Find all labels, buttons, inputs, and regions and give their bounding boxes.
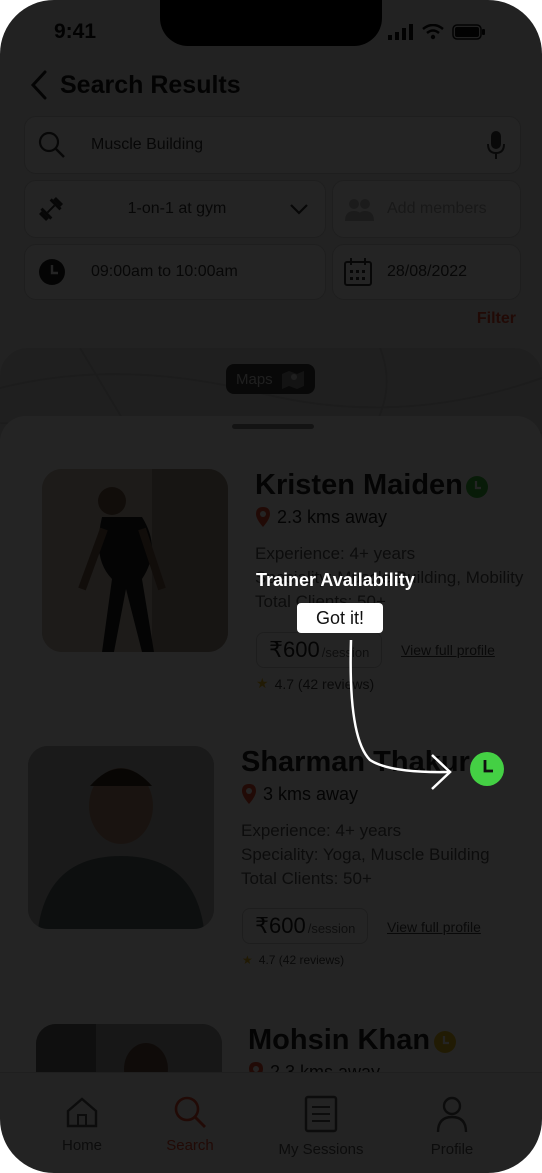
phone-screen: 9:41 Search Results Muscle Building 1-on… [0, 0, 542, 1173]
star-icon: ★ [256, 675, 269, 691]
calendar-icon [344, 258, 372, 286]
back-chevron-icon[interactable] [30, 70, 48, 100]
maps-label: Maps [236, 370, 273, 388]
clients-text: Total Clients: 50+ [241, 869, 372, 888]
tab-label: Profile [430, 1141, 474, 1158]
trainer-distance: 2.3 kms away [255, 506, 387, 528]
sessions-icon [304, 1095, 338, 1133]
tab-my-sessions[interactable]: My Sessions [266, 1095, 376, 1158]
date-value: 28/08/2022 [387, 263, 468, 280]
clock-icon [39, 259, 65, 285]
experience-text: Experience: 4+ years [241, 821, 402, 840]
time-range-value: 09:00am to 10:00am [91, 263, 238, 280]
trainer-avatar-image [28, 746, 214, 929]
trainer-rating: ★ 4.7 (42 reviews) [242, 953, 344, 967]
availability-clock-icon[interactable] [433, 1030, 457, 1054]
distance-text: 2.3 kms away [277, 506, 388, 527]
map-pin-icon [281, 371, 304, 389]
tab-label: Home [61, 1137, 102, 1154]
trainer-photo[interactable] [28, 746, 214, 929]
trainer-details: Experience: 4+ years Speciality: Yoga, M… [241, 819, 490, 891]
add-members-field[interactable]: Add members [332, 180, 521, 238]
add-members-placeholder: Add members [387, 200, 487, 217]
home-icon [66, 1097, 98, 1128]
status-icons [388, 24, 486, 40]
got-it-button[interactable]: Got it! [297, 603, 383, 633]
sheet-handle[interactable] [232, 424, 314, 429]
wifi-icon [422, 24, 444, 40]
star-icon: ★ [242, 953, 253, 967]
highlighted-availability-clock-icon[interactable] [469, 751, 505, 787]
bottom-tab-bar: Home Search My Sessions Profile [0, 1072, 542, 1173]
speciality-text: Speciality: Yoga, Muscle Building [241, 845, 490, 864]
pointer-arrow-icon [349, 639, 452, 790]
page-header: Search Results [30, 70, 241, 100]
price-tag: ₹600 /session [242, 908, 369, 944]
search-bar[interactable]: Muscle Building [24, 116, 521, 174]
date-field[interactable]: 28/08/2022 [332, 244, 521, 300]
price-amount: ₹600 [269, 637, 320, 662]
group-icon [345, 199, 374, 221]
signal-icon [388, 24, 413, 40]
trainer-avatar-image [42, 469, 228, 652]
microphone-icon[interactable] [486, 130, 506, 160]
tab-label: My Sessions [278, 1141, 364, 1158]
battery-icon [452, 24, 485, 40]
coachmark-title: Trainer Availability [256, 570, 415, 590]
session-type-select[interactable]: 1-on-1 at gym [24, 180, 326, 238]
chevron-down-icon [290, 204, 308, 215]
session-type-value: 1-on-1 at gym [127, 200, 227, 217]
experience-text: Experience: 4+ years [255, 544, 416, 563]
time-range-field[interactable]: 09:00am to 10:00am [24, 244, 326, 300]
location-pin-icon [256, 507, 270, 527]
availability-clock-icon[interactable] [465, 475, 489, 499]
dumbbell-icon [38, 196, 64, 222]
trainer-name[interactable]: Mohsin Khan [248, 1024, 430, 1057]
location-pin-icon [242, 784, 256, 804]
device-notch [160, 0, 382, 46]
tab-search[interactable]: Search [135, 1095, 245, 1154]
view-full-profile-link[interactable]: View full profile [387, 919, 481, 935]
rating-text: 4.7 (42 reviews) [258, 953, 345, 967]
status-time: 9:41 [54, 20, 97, 43]
search-input[interactable]: Muscle Building [91, 136, 486, 154]
tab-label: Search [166, 1137, 214, 1154]
tab-profile[interactable]: Profile [397, 1095, 507, 1158]
price-amount: ₹600 [255, 913, 306, 938]
trainer-photo[interactable] [42, 469, 228, 652]
search-icon [174, 1096, 206, 1128]
maps-button[interactable]: Maps [226, 364, 315, 394]
search-icon [38, 131, 65, 158]
tab-home[interactable]: Home [27, 1095, 137, 1154]
page-title: Search Results [60, 70, 241, 99]
profile-icon [436, 1096, 468, 1133]
filter-link[interactable]: Filter [477, 310, 516, 328]
trainer-name[interactable]: Kristen Maiden [255, 469, 463, 502]
price-unit: /session [307, 921, 356, 936]
